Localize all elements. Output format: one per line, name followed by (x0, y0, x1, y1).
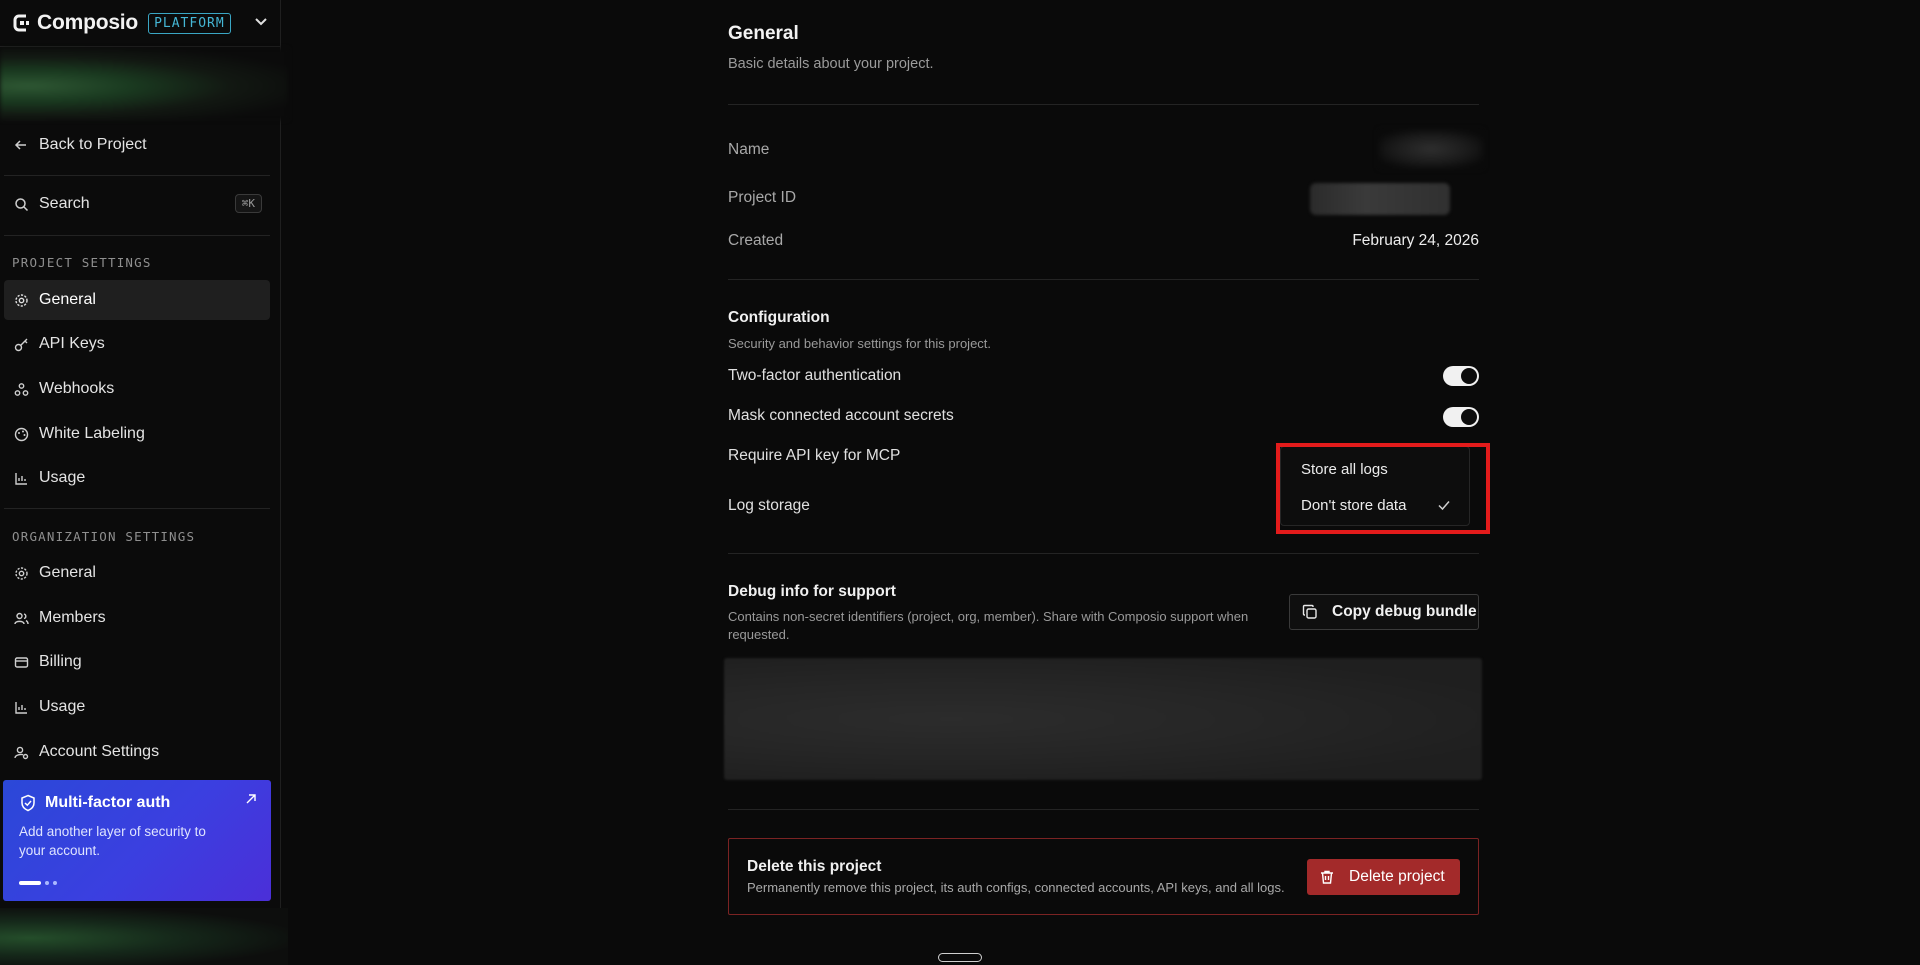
search-label: Search (39, 195, 90, 212)
chevron-down-icon[interactable] (252, 12, 270, 30)
card-icon (13, 654, 29, 670)
promo-description: Add another layer of security to your ac… (19, 824, 206, 858)
sidebar-item-white-labeling[interactable]: White Labeling (4, 414, 270, 454)
divider (4, 175, 270, 176)
project-settings-heading: PROJECT SETTINGS (12, 255, 152, 270)
delete-project-label: Delete project (1349, 868, 1445, 885)
back-to-project-link[interactable]: Back to Project (4, 125, 270, 165)
carousel-dot[interactable] (45, 881, 49, 885)
divider (728, 279, 1479, 280)
divider (728, 553, 1479, 554)
gear-icon (13, 565, 29, 581)
redacted-project-name (1379, 130, 1483, 168)
delete-project-description: Permanently remove this project, its aut… (747, 880, 1285, 895)
key-icon (13, 336, 29, 352)
sidebar-item-label: White Labeling (39, 425, 145, 442)
sidebar-item-label: General (39, 564, 96, 581)
sidebar-item-label: General (39, 291, 96, 308)
sidebar-item-billing[interactable]: Billing (4, 642, 270, 682)
promo-title: Multi-factor auth (45, 794, 171, 811)
sidebar-item-account-settings[interactable]: Account Settings (4, 732, 270, 772)
chart-icon (13, 470, 29, 486)
redacted-debug-info (724, 658, 1482, 780)
promo-title-row: Multi-factor auth (19, 794, 255, 812)
copy-icon (1302, 604, 1318, 620)
palette-icon (13, 426, 29, 442)
carousel-dot-active[interactable] (19, 881, 41, 885)
gear-icon (13, 292, 29, 308)
sidebar-item-org-general[interactable]: General (4, 553, 270, 593)
brand-name: Composio (37, 11, 139, 34)
sidebar-item-org-usage[interactable]: Usage (4, 687, 270, 727)
arrow-left-icon (13, 137, 29, 153)
carousel-dot[interactable] (53, 881, 57, 885)
search-button[interactable]: Search ⌘K (4, 184, 270, 224)
divider (728, 809, 1479, 810)
annotation-highlight-box (1276, 443, 1490, 534)
copy-debug-bundle-label: Copy debug bundle (1332, 603, 1477, 620)
log-storage-label: Log storage (728, 497, 810, 514)
mask-secrets-toggle[interactable] (1443, 407, 1479, 427)
mask-secrets-label: Mask connected account secrets (728, 407, 954, 424)
project-id-label: Project ID (728, 189, 797, 206)
search-shortcut: ⌘K (234, 194, 262, 213)
divider (728, 104, 1479, 105)
shield-check-icon (19, 794, 37, 812)
delete-project-button[interactable]: Delete project (1307, 859, 1460, 895)
sidebar-item-webhooks[interactable]: Webhooks (4, 369, 270, 409)
configuration-title: Configuration (728, 309, 830, 326)
created-value: February 24, 2026 (1352, 232, 1479, 249)
mfa-promo-card[interactable]: Multi-factor auth Add another layer of s… (3, 780, 271, 901)
sidebar: Composio PLATFORM Back to Project Search… (0, 0, 288, 965)
promo-carousel-dots[interactable] (19, 881, 57, 885)
debug-description-cont: requested. (728, 627, 790, 642)
danger-zone: Delete this project Permanently remove t… (728, 838, 1479, 915)
composio-logo-icon (12, 13, 32, 33)
scroll-indicator[interactable] (938, 953, 982, 962)
sidebar-item-members[interactable]: Members (4, 598, 270, 638)
platform-badge: PLATFORM (148, 12, 231, 34)
debug-title: Debug info for support (728, 583, 896, 600)
webhook-icon (13, 381, 29, 397)
debug-description: Contains non-secret identifiers (project… (728, 609, 1249, 624)
two-factor-label: Two-factor authentication (728, 367, 902, 384)
copy-debug-bundle-button[interactable]: Copy debug bundle (1289, 594, 1479, 630)
chart-icon (13, 699, 29, 715)
divider (4, 235, 270, 236)
back-to-project-label: Back to Project (39, 136, 147, 153)
user-cog-icon (13, 744, 29, 760)
sidebar-item-label: Account Settings (39, 743, 160, 760)
redacted-project-avatar (0, 48, 288, 120)
sidebar-item-label: Members (39, 609, 106, 626)
redacted-project-id[interactable] (1310, 183, 1450, 215)
sidebar-item-label: Usage (39, 469, 86, 486)
page-title: General (728, 23, 799, 44)
sidebar-item-label: Billing (39, 653, 82, 670)
search-icon (13, 196, 29, 212)
trash-icon (1319, 869, 1335, 885)
sidebar-item-label: Usage (39, 698, 86, 715)
sidebar-item-label: API Keys (39, 335, 105, 352)
delete-project-title: Delete this project (747, 858, 882, 875)
page-subtitle: Basic details about your project. (728, 56, 934, 72)
workspace-switcher[interactable]: Composio PLATFORM (0, 0, 280, 47)
external-arrow-icon[interactable] (245, 792, 257, 804)
sidebar-item-project-general[interactable]: General (4, 280, 270, 320)
two-factor-toggle[interactable] (1443, 366, 1479, 386)
name-label: Name (728, 141, 770, 158)
sidebar-item-project-usage[interactable]: Usage (4, 458, 270, 498)
require-api-key-label: Require API key for MCP (728, 447, 901, 464)
configuration-description: Security and behavior settings for this … (728, 336, 992, 351)
redacted-user-avatar (0, 908, 288, 965)
divider (4, 508, 270, 509)
organization-settings-heading: ORGANIZATION SETTINGS (12, 529, 196, 544)
sidebar-item-api-keys[interactable]: API Keys (4, 324, 270, 364)
sidebar-item-label: Webhooks (39, 380, 115, 397)
created-label: Created (728, 232, 784, 249)
users-icon (13, 610, 29, 626)
